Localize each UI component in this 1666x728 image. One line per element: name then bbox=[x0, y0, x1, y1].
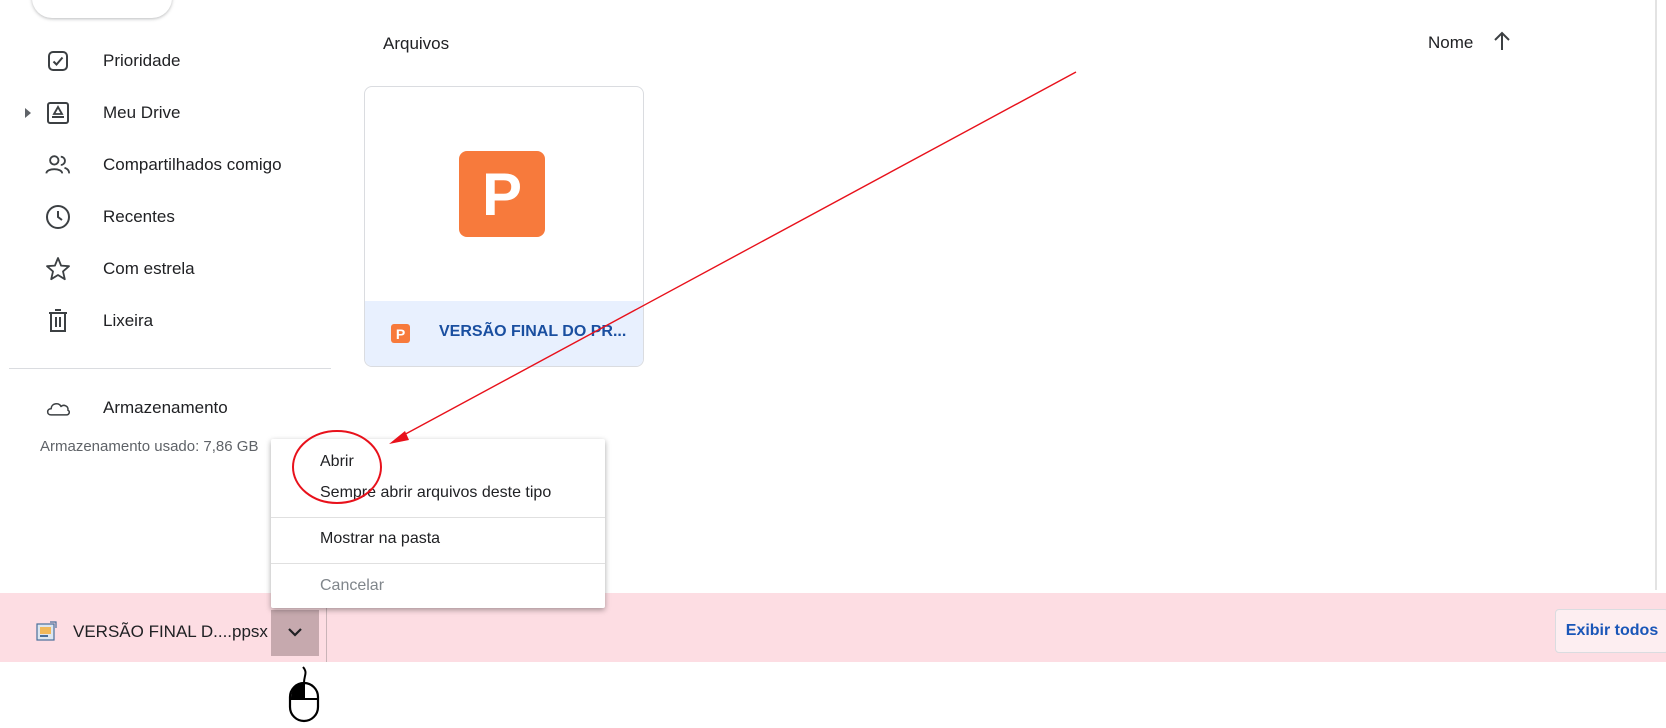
download-menu-button[interactable] bbox=[271, 610, 319, 656]
section-title: Arquivos bbox=[383, 34, 450, 53]
trash-icon bbox=[45, 308, 71, 334]
clock-icon bbox=[45, 204, 71, 230]
storage-used-text: Armazenamento usado: 7,86 GB bbox=[40, 438, 259, 455]
powerpoint-small-icon: P bbox=[391, 324, 410, 343]
arrow-up-icon[interactable] bbox=[1492, 30, 1512, 52]
sidebar-item-storage[interactable]: Armazenamento bbox=[0, 386, 330, 430]
scrollbar-track[interactable] bbox=[1655, 0, 1657, 590]
sidebar-item-priority[interactable]: Prioridade bbox=[0, 39, 330, 83]
new-button[interactable] bbox=[32, 0, 172, 18]
menu-item-cancel[interactable]: Cancelar bbox=[320, 577, 384, 595]
storage-label: Armazenamento bbox=[103, 398, 228, 417]
file-name[interactable]: VERSÃO FINAL DO PR... bbox=[439, 323, 626, 341]
expand-arrow-icon[interactable] bbox=[25, 108, 31, 118]
sidebar-item-starred[interactable]: Com estrela bbox=[0, 247, 330, 291]
menu-separator bbox=[271, 563, 605, 564]
priority-check-icon bbox=[45, 48, 71, 74]
download-context-menu: Abrir Sempre abrir arquivos deste tipo M… bbox=[271, 439, 605, 608]
menu-item-open[interactable]: Abrir bbox=[320, 453, 354, 471]
powerpoint-icon: P bbox=[459, 151, 545, 237]
sort-by-name-button[interactable]: Nome bbox=[1428, 33, 1473, 53]
file-card[interactable]: P P VERSÃO FINAL DO PR... bbox=[364, 86, 644, 367]
menu-item-always-open[interactable]: Sempre abrir arquivos deste tipo bbox=[320, 484, 551, 502]
sidebar-item-label: Recentes bbox=[103, 207, 175, 226]
slideshow-file-icon bbox=[35, 621, 57, 643]
sidebar-item-my-drive[interactable]: Meu Drive bbox=[0, 91, 330, 135]
sidebar-item-label: Lixeira bbox=[103, 311, 154, 330]
mouse-click-icon bbox=[286, 665, 322, 723]
download-file-name[interactable]: VERSÃO FINAL D....ppsx bbox=[73, 622, 268, 642]
sidebar-item-label: Compartilhados comigo bbox=[103, 155, 282, 174]
sidebar-item-label: Meu Drive bbox=[103, 103, 181, 122]
sidebar-item-label: Prioridade bbox=[103, 51, 181, 70]
menu-item-show-in-folder[interactable]: Mostrar na pasta bbox=[320, 530, 440, 548]
file-card-footer[interactable]: P VERSÃO FINAL DO PR... bbox=[365, 301, 643, 366]
cloud-icon bbox=[45, 395, 71, 421]
my-drive-icon bbox=[45, 100, 71, 126]
chevron-down-icon bbox=[287, 624, 303, 642]
sidebar-item-recent[interactable]: Recentes bbox=[0, 195, 330, 239]
menu-separator bbox=[271, 517, 605, 518]
sidebar-item-shared[interactable]: Compartilhados comigo bbox=[0, 143, 330, 187]
shared-people-icon bbox=[45, 152, 71, 178]
file-thumbnail[interactable]: P bbox=[365, 87, 643, 301]
sidebar-divider bbox=[9, 368, 331, 369]
star-icon bbox=[45, 256, 71, 282]
show-all-label: Exibir todos bbox=[1565, 622, 1659, 639]
sidebar-item-label: Com estrela bbox=[103, 259, 195, 278]
sidebar-item-trash[interactable]: Lixeira bbox=[0, 299, 330, 343]
show-all-button[interactable]: Exibir todos bbox=[1555, 609, 1666, 653]
